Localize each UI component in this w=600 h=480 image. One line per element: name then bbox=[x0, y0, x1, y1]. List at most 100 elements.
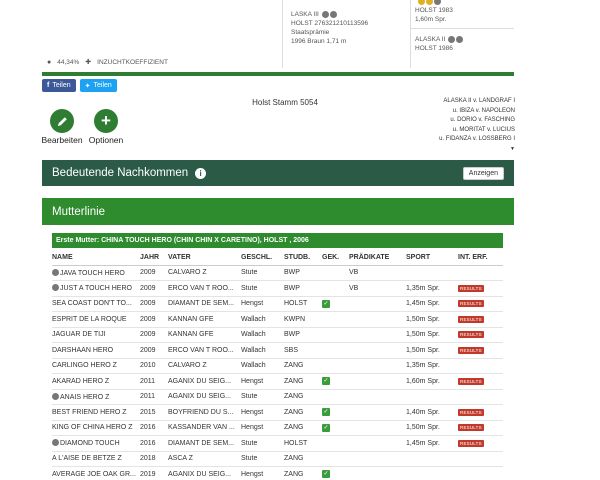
horse-name[interactable]: KING OF CHINA HERO Z bbox=[52, 424, 133, 431]
horse-name-cell[interactable]: ANAIS HERO Z bbox=[52, 389, 140, 405]
sex-cell: Hengst bbox=[241, 466, 284, 480]
results-cell bbox=[458, 265, 503, 281]
horse-name[interactable]: JAGUAR DE TIJI bbox=[52, 331, 106, 338]
sire-cell[interactable]: ERCO VAN T ROO... bbox=[168, 280, 241, 297]
results-button[interactable]: RESULTS bbox=[458, 439, 484, 447]
predicates-cell bbox=[349, 389, 406, 405]
show-button[interactable]: Anzeigen bbox=[462, 166, 504, 180]
table-row[interactable]: ANAIS HERO Z 2011 AGANIX DU SEIG... Stute ZA… bbox=[52, 389, 503, 405]
sire-cell[interactable]: AGANIX DU SEIG... bbox=[168, 389, 241, 405]
table-row[interactable]: BEST FRIEND HERO Z 2015 BOYFRIEND DU S... H… bbox=[52, 404, 503, 421]
relative-item[interactable]: ALASKA II v. LANDGRAF I bbox=[420, 97, 515, 107]
licensed-cell: ✓ bbox=[322, 466, 349, 480]
sire-cell[interactable]: KANNAN GFE bbox=[168, 327, 241, 343]
results-cell: RESULTS bbox=[458, 373, 503, 390]
info-icon bbox=[433, 0, 441, 5]
edit-button[interactable]: Bearbeiten bbox=[40, 109, 84, 145]
results-button[interactable]: RESULTS bbox=[458, 315, 484, 323]
sire-cell[interactable]: DIAMANT DE SEM... bbox=[168, 435, 241, 452]
horse-name-cell[interactable]: AVERAGE JOE OAK GR... bbox=[52, 466, 140, 480]
horse-name[interactable]: JUST A TOUCH HERO bbox=[60, 285, 132, 292]
pedigree-right2-name[interactable]: ALASKA II bbox=[415, 36, 445, 43]
sire-cell[interactable]: KANNAN GFE bbox=[168, 311, 241, 328]
horse-name-cell[interactable]: AKARAD HERO Z bbox=[52, 373, 140, 390]
horse-name-cell[interactable]: ESPRIT DE LA ROQUE bbox=[52, 311, 140, 328]
relative-item[interactable]: u. FIDANZA v. LOSSBERG I bbox=[420, 135, 515, 145]
col-sire: VATER bbox=[168, 250, 241, 266]
results-button[interactable]: RESULTS bbox=[458, 377, 484, 385]
table-row[interactable]: DARSHAAN HERO 2009 ERCO VAN T ROO... Wallac… bbox=[52, 342, 503, 359]
horse-name[interactable]: SEA COAST DON'T TO... bbox=[52, 300, 132, 307]
horse-name[interactable]: DIAMOND TOUCH bbox=[60, 440, 120, 447]
horse-name[interactable]: AVERAGE JOE OAK GR... bbox=[52, 471, 136, 478]
horse-name[interactable]: DARSHAAN HERO bbox=[52, 347, 113, 354]
sire-cell[interactable]: KASSANDER VAN ... bbox=[168, 420, 241, 436]
results-button[interactable]: RESULTS bbox=[458, 300, 484, 308]
results-button[interactable]: RESULTS bbox=[458, 284, 484, 292]
table-row[interactable]: A L'AISE DE BETZE Z 2018 ASCA Z Stute ZANG bbox=[52, 451, 503, 467]
table-row[interactable]: AVERAGE JOE OAK GR... 2019 AGANIX DU SEIG.… bbox=[52, 466, 503, 480]
horse-name-cell[interactable]: A L'AISE DE BETZE Z bbox=[52, 451, 140, 467]
horse-name-cell[interactable]: JUST A TOUCH HERO bbox=[52, 280, 140, 297]
horse-name-cell[interactable]: KING OF CHINA HERO Z bbox=[52, 420, 140, 436]
relative-item[interactable]: u. DORIO v. FASCHING bbox=[420, 116, 515, 126]
horse-name[interactable]: ANAIS HERO Z bbox=[60, 394, 109, 401]
mare-icon bbox=[52, 439, 59, 447]
sire-cell[interactable]: AGANIX DU SEIG... bbox=[168, 373, 241, 390]
table-row[interactable]: ESPRIT DE LA ROQUE 2009 KANNAN GFE Wallach K… bbox=[52, 311, 503, 328]
table-header-row: NAME JAHR VATER GESCHL. STUDB. GEK. PRÄD… bbox=[52, 250, 503, 266]
pedigree-card-right[interactable]: HOLST 1983 1,60m Spr. ALASKA II HOLST 19… bbox=[410, 0, 514, 68]
sire-cell[interactable]: AGANIX DU SEIG... bbox=[168, 466, 241, 480]
horse-name-cell[interactable]: JAVA TOUCH HERO bbox=[52, 265, 140, 281]
twitter-share-button[interactable]: ✦ Teilen bbox=[79, 79, 117, 92]
horse-name-cell[interactable]: BEST FRIEND HERO Z bbox=[52, 404, 140, 421]
horse-name-cell[interactable]: JAGUAR DE TIJI bbox=[52, 327, 140, 343]
table-row[interactable]: CARLINGO HERO Z 2010 CALVARO Z Wallach ZANG 1… bbox=[52, 358, 503, 374]
horse-name[interactable]: BEST FRIEND HERO Z bbox=[52, 409, 127, 416]
facebook-share-label: Teilen bbox=[52, 82, 71, 89]
table-row[interactable]: SEA COAST DON'T TO... 2009 DIAMANT DE SEM.… bbox=[52, 296, 503, 312]
table-row[interactable]: AKARAD HERO Z 2011 AGANIX DU SEIG... Hengst… bbox=[52, 373, 503, 390]
sire-cell[interactable]: DIAMANT DE SEM... bbox=[168, 296, 241, 312]
year-cell: 2018 bbox=[140, 451, 168, 467]
results-button[interactable]: RESULTS bbox=[458, 424, 484, 432]
horse-name-cell[interactable]: DARSHAAN HERO bbox=[52, 342, 140, 359]
table-row[interactable]: DIAMOND TOUCH 2016 DIAMANT DE SEM... Stute H… bbox=[52, 435, 503, 452]
relative-item[interactable]: u. IBIZA v. NAPOLEON bbox=[420, 107, 515, 117]
horse-name[interactable]: A L'AISE DE BETZE Z bbox=[52, 455, 122, 462]
table-row[interactable]: JAVA TOUCH HERO 2009 CALVARO Z Stute BWP VB bbox=[52, 265, 503, 281]
pedigree-right-sport: 1,60m Spr. bbox=[415, 16, 447, 23]
chevron-down-icon[interactable]: ▼ bbox=[420, 145, 515, 155]
studbook-cell: HOLST bbox=[284, 435, 322, 452]
sire-cell[interactable]: ASCA Z bbox=[168, 451, 241, 467]
relative-item[interactable]: u. MORITAT v. LUCIUS bbox=[420, 126, 515, 136]
horse-name-cell[interactable]: CARLINGO HERO Z bbox=[52, 358, 140, 374]
table-row[interactable]: KING OF CHINA HERO Z 2016 KASSANDER VAN ..… bbox=[52, 420, 503, 436]
results-button[interactable]: RESULTS bbox=[458, 346, 484, 354]
sire-cell[interactable]: BOYFRIEND DU S... bbox=[168, 404, 241, 421]
col-licensed: GEK. bbox=[322, 250, 349, 266]
pedigree-mid-name[interactable]: LASKA III bbox=[291, 11, 319, 18]
facebook-share-button[interactable]: f Teilen bbox=[42, 79, 76, 92]
options-button[interactable]: + Optionen bbox=[84, 109, 128, 145]
horse-name[interactable]: ESPRIT DE LA ROQUE bbox=[52, 316, 127, 323]
horse-name[interactable]: CARLINGO HERO Z bbox=[52, 362, 117, 369]
info-icon[interactable]: i bbox=[195, 167, 207, 179]
horse-name[interactable]: JAVA TOUCH HERO bbox=[60, 270, 125, 277]
predicates-cell bbox=[349, 466, 406, 480]
horse-name-cell[interactable]: DIAMOND TOUCH bbox=[52, 435, 140, 452]
horse-name-cell[interactable]: SEA COAST DON'T TO... bbox=[52, 296, 140, 312]
sire-cell[interactable]: ERCO VAN T ROO... bbox=[168, 342, 241, 359]
results-button[interactable]: RESULTS bbox=[458, 331, 484, 339]
table-row[interactable]: JUST A TOUCH HERO 2009 ERCO VAN T ROO... St… bbox=[52, 280, 503, 297]
sire-cell[interactable]: CALVARO Z bbox=[168, 265, 241, 281]
table-row[interactable]: JAGUAR DE TIJI 2009 KANNAN GFE Wallach BWP 1,… bbox=[52, 327, 503, 343]
horse-name[interactable]: AKARAD HERO Z bbox=[52, 378, 109, 385]
predicates-cell bbox=[349, 404, 406, 421]
sire-cell[interactable]: CALVARO Z bbox=[168, 358, 241, 374]
twitter-icon: ✦ bbox=[84, 82, 91, 90]
pedigree-card-mid[interactable]: LASKA III HOLST 276321210113596 Staatspr… bbox=[282, 0, 402, 68]
results-button[interactable]: RESULTS bbox=[458, 408, 484, 416]
predicates-cell: VB bbox=[349, 265, 406, 281]
predicates-cell bbox=[349, 358, 406, 374]
